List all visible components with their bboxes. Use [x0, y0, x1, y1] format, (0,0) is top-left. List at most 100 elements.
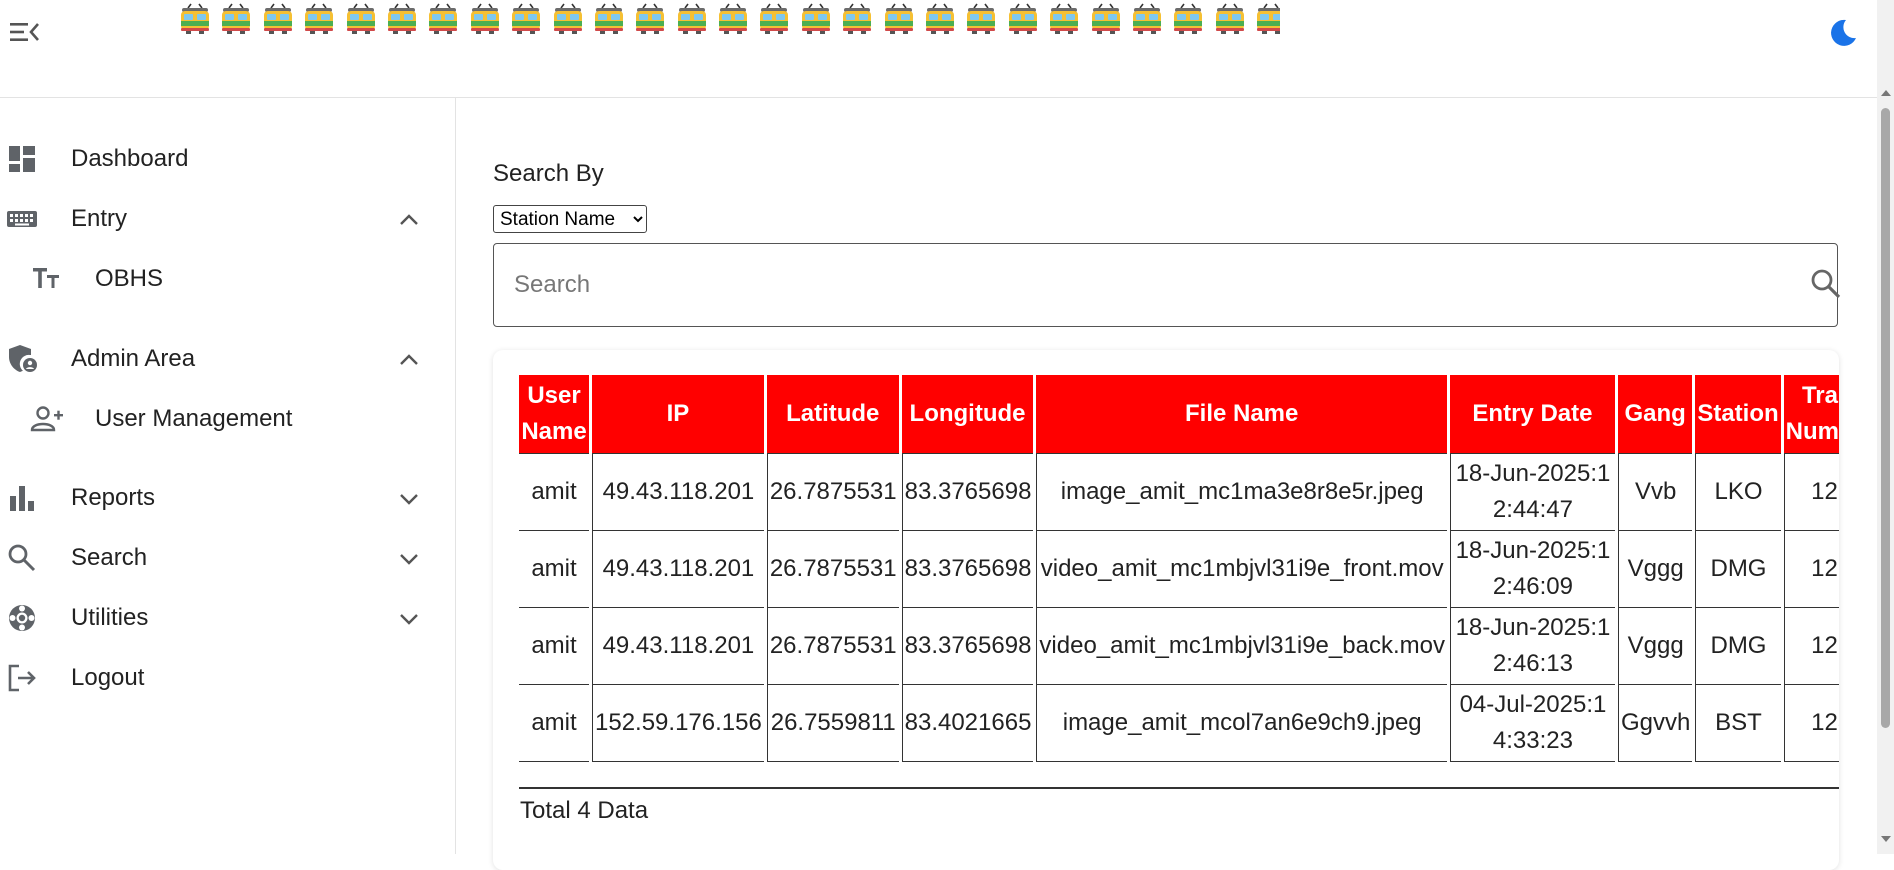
tram-emoji-icon	[512, 3, 541, 34]
cell-file-name: video_amit_mc1mbjvl31i9e_back.mov	[1036, 608, 1447, 685]
tram-emoji-icon	[677, 3, 706, 34]
page-scrollbar[interactable]	[1877, 0, 1894, 854]
scroll-down-arrow-icon[interactable]	[1881, 836, 1891, 842]
cell-train-number: 126	[1783, 608, 1839, 685]
cell-entry-date: 18-Jun-2025:12:46:09	[1449, 531, 1615, 608]
sidebar-item-utilities[interactable]: Utilities	[0, 587, 455, 647]
cell-gang: Ggvvh	[1617, 685, 1693, 762]
table-bottom-divider	[519, 787, 1839, 789]
sidebar-item-reports[interactable]: Reports	[0, 467, 455, 527]
sidebar-item-dashboard[interactable]: Dashboard	[0, 128, 455, 188]
sidebar-item-search[interactable]: Search	[0, 527, 455, 587]
sidebar-item-label: User Management	[95, 405, 293, 432]
table-row: amit 49.43.118.201 26.7875531 83.3765698…	[519, 453, 1839, 531]
search-input[interactable]	[512, 262, 1746, 308]
cell-longitude: 83.4021665	[901, 685, 1034, 762]
column-header-label: User Name	[521, 382, 587, 445]
person-add-icon	[30, 403, 63, 435]
sidebar-item-admin-area[interactable]: Admin Area	[0, 328, 455, 388]
logout-icon	[6, 662, 38, 694]
main-content: Search By Station Name User Name IP Lati…	[456, 98, 1877, 870]
cell-entry-date-text: 18-Jun-2025:12:44:47	[1455, 460, 1611, 523]
search-by-label: Search By	[493, 160, 604, 187]
sidebar-item-label: Logout	[71, 664, 145, 691]
sidebar-item-label: Search	[71, 544, 148, 571]
tram-emoji-icon	[429, 3, 458, 34]
tram-emoji-icon	[1091, 3, 1120, 34]
cell-user-name: amit	[519, 608, 589, 685]
tram-emoji-icon	[263, 3, 292, 34]
tram-emoji-icon	[884, 3, 913, 34]
cell-file-name: image_amit_mcol7an6e9ch9.jpeg	[1036, 685, 1447, 762]
cell-station: LKO	[1695, 453, 1781, 531]
column-header-gang: Gang	[1617, 375, 1693, 453]
column-header-train-number: Train Number	[1783, 375, 1839, 453]
top-app-bar	[0, 0, 1877, 98]
data-card: User Name IP Latitude Longitude File Nam…	[493, 350, 1839, 870]
train-marquee	[178, 2, 1280, 36]
cell-longitude: 83.3765698	[901, 608, 1034, 685]
chevron-up-icon	[396, 347, 422, 373]
data-table: User Name IP Latitude Longitude File Nam…	[519, 375, 1839, 762]
sidebar-item-label: Dashboard	[71, 145, 189, 172]
cell-user-name: amit	[519, 531, 589, 608]
cell-longitude: 83.3765698	[901, 453, 1034, 531]
table-container[interactable]: User Name IP Latitude Longitude File Nam…	[519, 375, 1839, 785]
tram-emoji-icon	[1132, 3, 1161, 34]
search-icon[interactable]	[1808, 266, 1844, 302]
search-by-select[interactable]: Station Name	[493, 205, 647, 233]
sidebar-item-obhs[interactable]: OBHS	[0, 248, 455, 308]
tram-emoji-icon	[719, 3, 748, 34]
tram-emoji-icon	[1215, 3, 1244, 34]
tram-emoji-icon	[636, 3, 665, 34]
cell-entry-date-text: 18-Jun-2025:12:46:13	[1455, 614, 1611, 677]
bar-chart-icon	[6, 482, 38, 514]
table-header-row: User Name IP Latitude Longitude File Nam…	[519, 375, 1839, 453]
tram-emoji-icon	[594, 3, 623, 34]
scroll-up-arrow-icon[interactable]	[1881, 90, 1891, 96]
cell-ip: 49.43.118.201	[592, 453, 764, 531]
cell-latitude: 26.7559811	[766, 685, 899, 762]
sidebar-item-user-management[interactable]: User Management	[0, 388, 455, 448]
menu-collapse-icon[interactable]	[8, 18, 42, 46]
tram-emoji-icon	[1050, 3, 1079, 34]
cell-station: DMG	[1695, 608, 1781, 685]
tram-emoji-icon	[1257, 3, 1280, 34]
dashboard-icon	[6, 143, 38, 175]
column-header-latitude: Latitude	[766, 375, 899, 453]
chevron-down-icon	[396, 546, 422, 572]
chevron-down-icon	[396, 486, 422, 512]
cell-entry-date: 18-Jun-2025:12:46:13	[1449, 608, 1615, 685]
sidebar-item-logout[interactable]: Logout	[0, 647, 455, 707]
cell-ip: 49.43.118.201	[592, 608, 764, 685]
search-box	[493, 243, 1841, 327]
cell-latitude: 26.7875531	[766, 608, 899, 685]
cell-ip: 49.43.118.201	[592, 531, 764, 608]
cell-user-name: amit	[519, 453, 589, 531]
sidebar-item-entry[interactable]: Entry	[0, 188, 455, 248]
table-row: amit 152.59.176.156 26.7559811 83.402166…	[519, 685, 1839, 762]
tram-emoji-icon	[222, 3, 251, 34]
cell-station: DMG	[1695, 531, 1781, 608]
lifebuoy-icon	[6, 602, 38, 634]
cell-user-name: amit	[519, 685, 589, 762]
cell-entry-date-text: 18-Jun-2025:12:46:09	[1455, 537, 1611, 600]
cell-entry-date: 04-Jul-2025:14:33:23	[1449, 685, 1615, 762]
tram-emoji-icon	[470, 3, 499, 34]
sidebar-item-label: Entry	[71, 205, 128, 232]
cell-station: BST	[1695, 685, 1781, 762]
tram-emoji-icon	[305, 3, 334, 34]
cell-file-name: image_amit_mc1ma3e8r8e5r.jpeg	[1036, 453, 1447, 531]
scrollbar-thumb[interactable]	[1881, 108, 1890, 728]
cell-train-number: 126	[1783, 531, 1839, 608]
moon-icon[interactable]	[1826, 16, 1860, 50]
table-row: amit 49.43.118.201 26.7875531 83.3765698…	[519, 608, 1839, 685]
keyboard-icon	[6, 203, 38, 235]
tram-emoji-icon	[760, 3, 789, 34]
sidebar: Dashboard Entry OBHS Admin Area User Man…	[0, 98, 456, 854]
tram-emoji-icon	[346, 3, 375, 34]
cell-latitude: 26.7875531	[766, 453, 899, 531]
cell-entry-date: 18-Jun-2025:12:44:47	[1449, 453, 1615, 531]
text-fields-icon	[30, 263, 62, 295]
sidebar-item-label: Reports	[71, 484, 156, 511]
